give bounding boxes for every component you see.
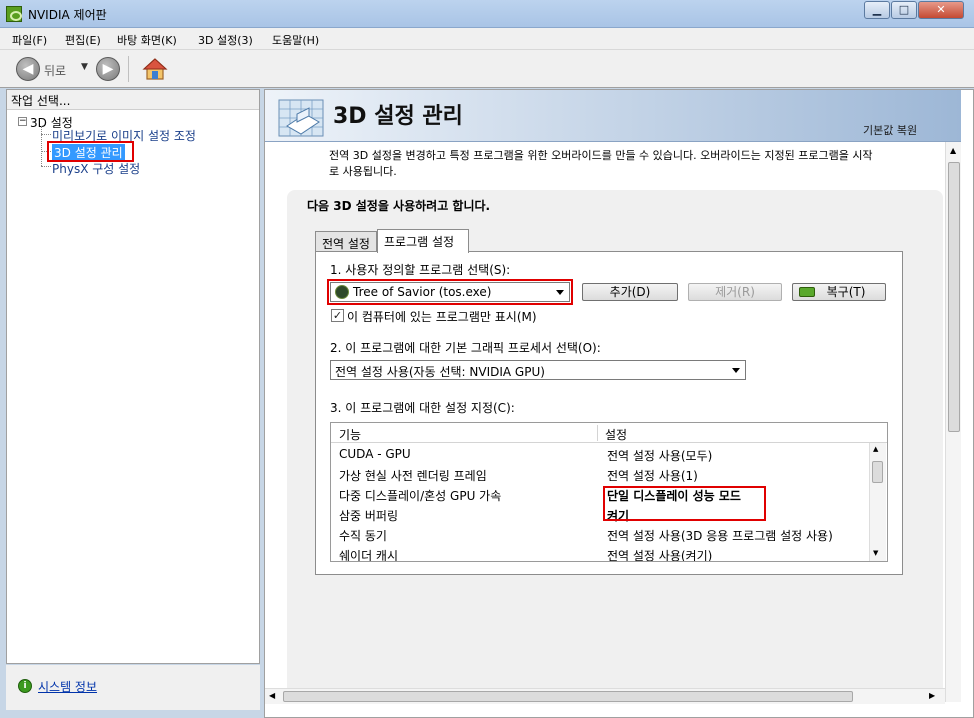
row-setting: 전역 설정 사용(1) [607,469,698,483]
column-header-feature[interactable]: 기능 [339,426,361,443]
add-program-button[interactable]: 추가(D) [582,283,678,301]
toolbar-divider [128,56,129,82]
tab-global-settings[interactable]: 전역 설정 [315,231,377,253]
settings-table: 기능 설정 CUDA - GPU 전역 설정 사용(모두) 가상 현실 사전 렌… [330,422,888,562]
scroll-up-icon[interactable]: ▲ [950,146,956,155]
scroll-right-icon[interactable]: ▶ [929,691,935,700]
table-row[interactable]: 다중 디스플레이/혼성 GPU 가속 단일 디스플레이 성능 모드 [331,485,869,505]
menu-file[interactable]: 파일(F) [12,32,47,48]
menu-3d-settings[interactable]: 3D 설정(3) [198,32,253,48]
page-horizontal-scrollbar[interactable]: ◀ ▶ [265,688,945,704]
row-feature: CUDA - GPU [339,447,411,461]
step3-label: 3. 이 프로그램에 대한 설정 지정(C): [330,401,515,415]
column-header-setting[interactable]: 설정 [605,426,627,443]
gpu-select[interactable]: 전역 설정 사용(자동 선택: NVIDIA GPU) [330,360,746,380]
page-description: 전역 3D 설정을 변경하고 특정 프로그램을 위한 오버라이드를 만들 수 있… [329,148,959,180]
step2-label: 2. 이 프로그램에 대한 기본 그래픽 프로세서 선택(O): [330,341,601,355]
restore-defaults-link[interactable]: 기본값 복원 [863,122,917,138]
scroll-down-icon[interactable]: ▼ [873,549,878,557]
toolbar: ◀ 뒤로 ▼ ▶ [0,50,974,88]
menu-desktop[interactable]: 바탕 화면(K) [117,32,177,48]
scroll-left-icon[interactable]: ◀ [269,691,275,700]
menu-edit[interactable]: 편집(E) [65,32,101,48]
row-feature: 수직 동기 [339,529,387,543]
table-header: 기능 설정 [331,423,887,443]
menu-bar: 파일(F) 편집(E) 바탕 화면(K) 3D 설정(3) 도움말(H) [0,28,974,50]
table-row[interactable]: 쉐이더 캐시 전역 설정 사용(켜기) [331,545,869,562]
column-divider [597,425,598,441]
row-feature: 가상 현실 사전 렌더링 프레임 [339,469,487,483]
scroll-thumb[interactable] [948,162,960,432]
home-icon[interactable] [142,56,168,82]
table-row[interactable]: CUDA - GPU 전역 설정 사용(모두) [331,445,869,465]
title-bar[interactable]: NVIDIA 제어판 ▁ □ ✕ [0,0,974,28]
maximize-button[interactable]: □ [891,1,917,19]
remove-program-button[interactable]: 제거(R) [688,283,782,301]
show-installed-label: 이 컴퓨터에 있는 프로그램만 표시(M) [347,310,537,324]
nvidia-app-icon [6,6,22,22]
page-title: 3D 설정 관리 [333,104,463,129]
scroll-thumb[interactable] [872,461,883,483]
page-vertical-scrollbar[interactable]: ▲ [945,142,961,702]
back-label[interactable]: 뒤로 [44,62,66,79]
tree-connector [41,166,51,167]
row-feature: 다중 디스플레이/혼성 GPU 가속 [339,489,502,503]
minimize-button[interactable]: ▁ [864,1,890,19]
row-setting: 전역 설정 사용(모두) [607,449,713,463]
step1-label: 1. 사용자 정의할 프로그램 선택(S): [330,263,511,277]
highlight-box [47,141,134,162]
task-pane: 작업 선택... − 3D 설정 미리보기로 이미지 설정 조정 3D 설정 관… [6,89,260,664]
back-dropdown-icon[interactable]: ▼ [81,62,88,72]
scroll-up-icon[interactable]: ▲ [873,445,878,453]
tree-connector [41,126,42,166]
restore-program-button[interactable]: 복구(T) [792,283,886,301]
menu-help[interactable]: 도움말(H) [272,32,319,48]
program-settings-panel: 1. 사용자 정의할 프로그램 선택(S): Tree of Savior (t… [315,251,903,575]
content-pane: 3D 설정 관리 기본값 복원 전역 3D 설정을 변경하고 특정 프로그램을 … [264,89,974,718]
show-installed-checkbox[interactable]: ✓ [331,309,344,322]
row-feature: 쉐이더 캐시 [339,549,399,562]
3d-cube-icon [275,96,327,140]
tree-collapse-icon[interactable]: − [18,117,27,126]
description-line: 로 사용됩니다. [329,165,397,178]
back-arrow-icon[interactable]: ◀ [16,57,40,81]
highlight-box [603,486,766,521]
page-banner: 3D 설정 관리 기본값 복원 [265,90,961,142]
nvidia-logo-icon [799,287,815,297]
table-row[interactable]: 삼중 버퍼링 켜기 [331,505,869,525]
restore-button-label: 복구(T) [826,285,866,299]
tree-connector [41,134,51,135]
system-info-link[interactable]: 시스템 정보 [38,678,97,695]
table-row[interactable]: 가상 현실 사전 렌더링 프레임 전역 설정 사용(1) [331,465,869,485]
tab-program-settings[interactable]: 프로그램 설정 [377,229,469,253]
task-pane-header: 작업 선택... [7,90,259,110]
scroll-thumb[interactable] [283,691,853,702]
system-info-area: i 시스템 정보 [6,665,260,710]
forward-arrow-icon[interactable]: ▶ [96,57,120,81]
table-row[interactable]: 수직 동기 전역 설정 사용(3D 응용 프로그램 설정 사용) [331,525,869,545]
row-setting: 전역 설정 사용(켜기) [607,549,713,562]
description-line: 전역 3D 설정을 변경하고 특정 프로그램을 위한 오버라이드를 만들 수 있… [329,149,873,162]
chevron-down-icon [732,368,740,373]
gpu-select-value: 전역 설정 사용(자동 선택: NVIDIA GPU) [335,365,545,379]
row-setting: 전역 설정 사용(3D 응용 프로그램 설정 사용) [607,529,833,543]
window-title: NVIDIA 제어판 [28,8,107,22]
info-icon: i [18,679,32,693]
table-scrollbar[interactable]: ▲ ▼ [869,443,886,561]
row-feature: 삼중 버퍼링 [339,509,399,523]
tree-item-physx[interactable]: PhysX 구성 설정 [52,160,140,177]
group-title: 다음 3D 설정을 사용하려고 합니다. [307,199,491,213]
highlight-box [327,279,573,305]
close-button[interactable]: ✕ [918,1,964,19]
